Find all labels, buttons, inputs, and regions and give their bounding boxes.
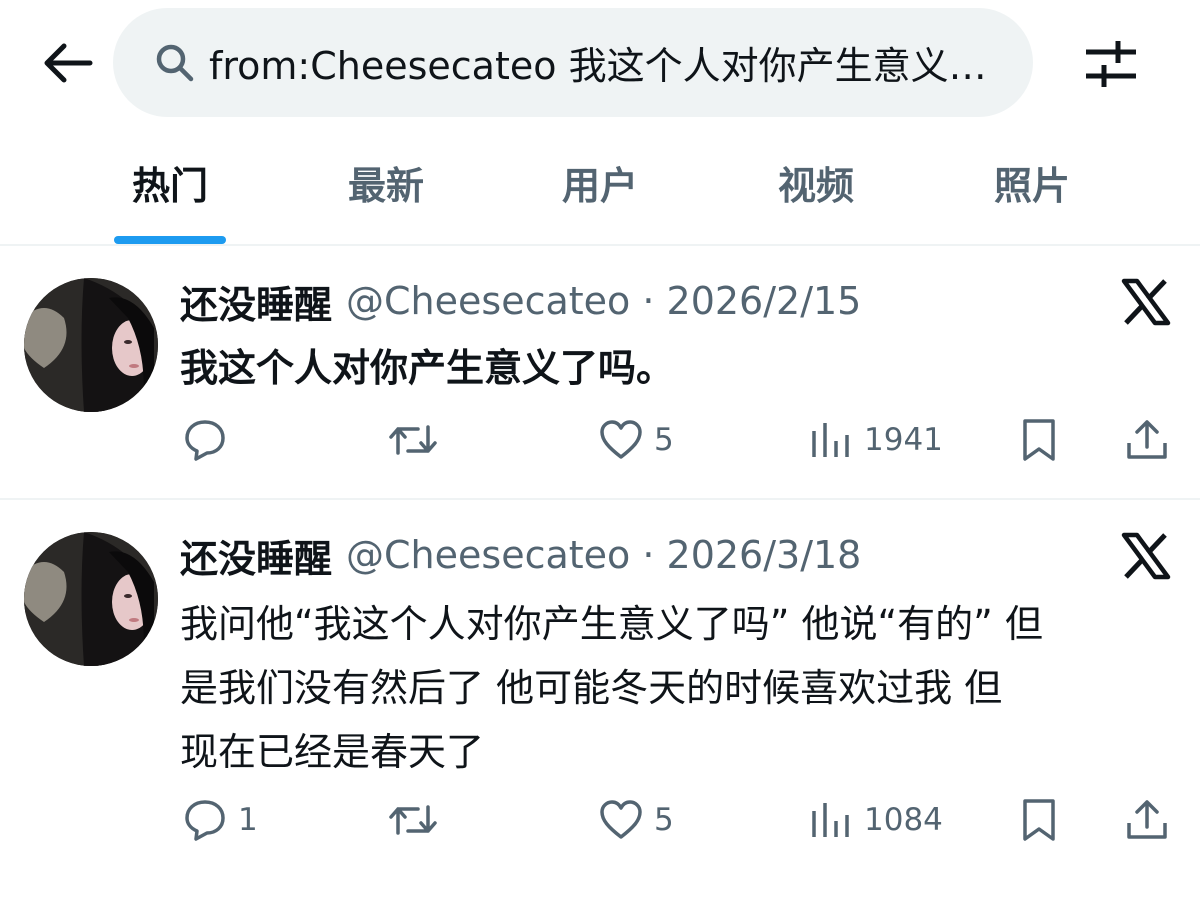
like-icon	[600, 420, 642, 459]
tweet-header: 还没睡醒 @Cheesecateo · 2026/3/18	[180, 528, 861, 582]
reply-button[interactable]: 1	[182, 790, 258, 850]
back-arrow-icon	[44, 43, 93, 83]
tab-videos[interactable]: 视频	[716, 136, 916, 244]
view-count: 1941	[864, 422, 943, 458]
views-button[interactable]: 1941	[808, 410, 943, 470]
reply-button[interactable]	[182, 410, 238, 470]
views-button[interactable]: 1084	[808, 790, 943, 850]
like-icon	[600, 800, 642, 839]
retweet-icon	[389, 425, 437, 455]
tweet-text: 我这个人对你产生意义了吗。	[180, 346, 675, 390]
views-icon	[812, 803, 849, 837]
filter-sliders-icon	[1086, 41, 1136, 87]
like-count: 5	[654, 802, 674, 838]
tab-photos[interactable]: 照片	[932, 136, 1132, 244]
tab-latest[interactable]: 最新	[286, 136, 486, 244]
tweet[interactable]: 还没睡醒 @Cheesecateo · 2026/3/18 我问他“我这个人对你…	[0, 504, 1200, 898]
top-bar: from:Cheesecateo 我这个人对你产生意义了吗。	[0, 0, 1200, 130]
like-button[interactable]: 5	[598, 790, 674, 850]
retweet-button[interactable]	[386, 790, 440, 850]
author-name[interactable]: 还没睡醒	[180, 528, 332, 583]
bookmark-button[interactable]	[1016, 790, 1062, 850]
author-handle-date[interactable]: @Cheesecateo · 2026/3/18	[346, 533, 861, 577]
tweet-header: 还没睡醒 @Cheesecateo · 2026/2/15	[180, 274, 861, 328]
x-logo-icon	[1121, 532, 1171, 580]
avatar[interactable]	[24, 532, 158, 666]
bookmark-icon	[1023, 419, 1055, 461]
reply-icon	[185, 800, 225, 841]
bookmark-button[interactable]	[1016, 410, 1062, 470]
active-tab-indicator	[114, 236, 226, 244]
tab-top[interactable]: 热门	[70, 136, 270, 244]
tweet-text-line: 是我们没有然后了 他可能冬天的时候喜欢过我 但	[180, 666, 1003, 710]
reply-icon	[185, 420, 225, 461]
search-icon	[156, 44, 194, 81]
bookmark-icon	[1023, 799, 1055, 841]
avatar-image	[24, 278, 158, 412]
x-logo-icon	[1121, 278, 1171, 326]
search-input[interactable]: from:Cheesecateo 我这个人对你产生意义了吗。	[113, 8, 1033, 117]
search-query[interactable]: from:Cheesecateo 我这个人对你产生意义了吗。	[209, 35, 999, 90]
view-count: 1084	[864, 802, 943, 838]
tweet-text-line: 我问他“我这个人对你产生意义了吗” 他说“有的” 但	[180, 602, 1043, 646]
retweet-icon	[389, 805, 437, 835]
tab-people[interactable]: 用户	[500, 136, 700, 244]
reply-count: 1	[238, 802, 258, 838]
like-button[interactable]: 5	[598, 410, 674, 470]
share-icon	[1127, 800, 1167, 839]
avatar[interactable]	[24, 278, 158, 412]
tweet-text-line: 现在已经是春天了	[180, 730, 485, 774]
back-button[interactable]	[40, 40, 94, 86]
search-tabs: 热门 最新 用户 视频 照片	[0, 136, 1200, 246]
retweet-button[interactable]	[386, 410, 440, 470]
views-icon	[812, 423, 849, 457]
avatar-image	[24, 532, 158, 666]
tweet-actions: 5 1941	[0, 410, 1200, 470]
author-handle-date[interactable]: @Cheesecateo · 2026/2/15	[346, 279, 861, 323]
tweet[interactable]: 还没睡醒 @Cheesecateo · 2026/2/15 我这个人对你产生意义…	[0, 250, 1200, 500]
share-button[interactable]	[1124, 790, 1170, 850]
tweet-text: 我问他“我这个人对你产生意义了吗” 他说“有的” 但 是我们没有然后了 他可能冬…	[180, 592, 1170, 784]
share-button[interactable]	[1124, 410, 1170, 470]
like-count: 5	[654, 422, 674, 458]
tweet-actions: 1 5 1084	[0, 790, 1200, 850]
share-icon	[1127, 420, 1167, 459]
search-filter-button[interactable]	[1082, 36, 1140, 92]
author-name[interactable]: 还没睡醒	[180, 274, 332, 329]
